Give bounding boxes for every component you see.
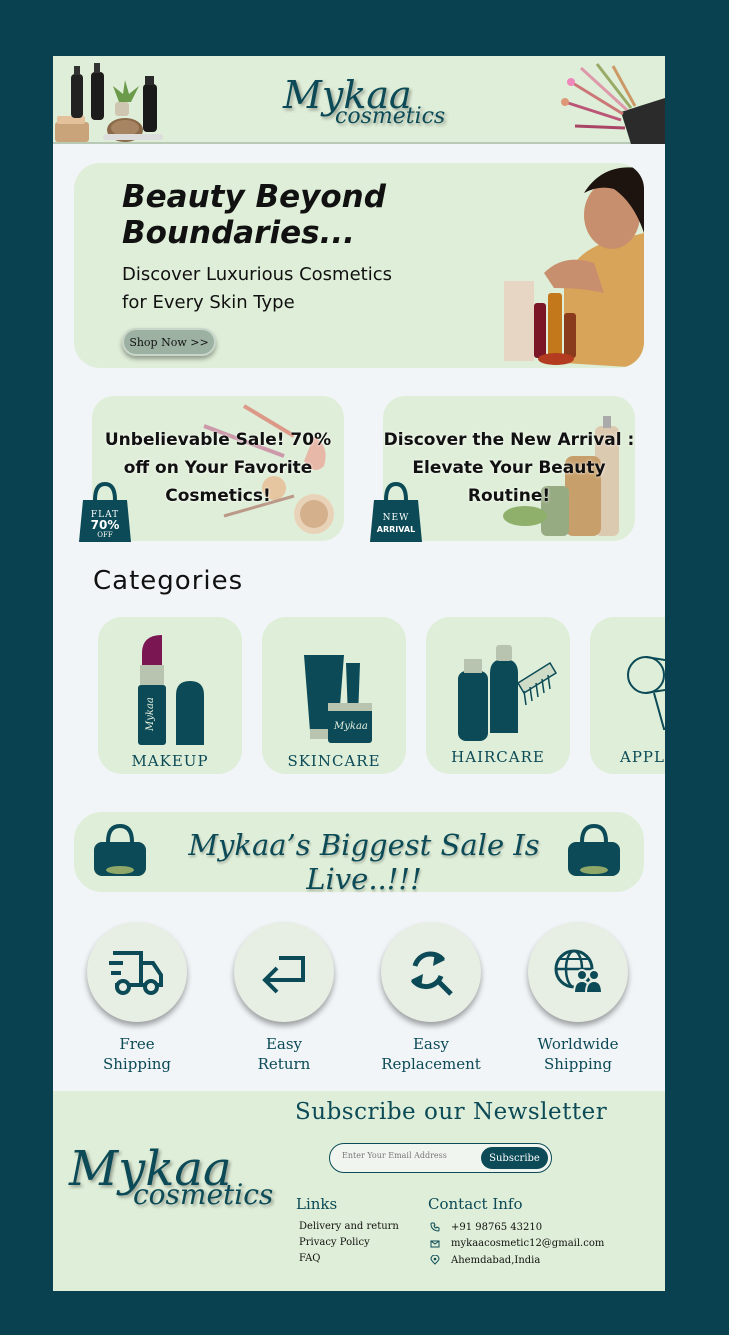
- replacement-icon: [410, 951, 453, 996]
- tag-line-3: OFF: [97, 531, 113, 539]
- category-label: SKINCARE: [287, 752, 381, 770]
- mail-icon: [430, 1240, 440, 1248]
- feature-caption: Easy Return: [219, 1034, 349, 1074]
- svg-text:Mykaa: Mykaa: [145, 697, 156, 732]
- feature-icon-circle: [234, 922, 334, 1022]
- feature-easy-replacement: Easy Replacement: [381, 922, 481, 1074]
- hero-banner: Beauty Beyond Boundaries... Discover Lux…: [74, 163, 644, 368]
- contact-email: mykaacosmetic12@gmail.com: [430, 1236, 604, 1253]
- feature-free-shipping: Free Shipping: [87, 922, 187, 1074]
- haircare-bottles-icon: [458, 645, 558, 741]
- page: Mykaa cosmetics Beauty Beyond Boundaries…: [53, 56, 665, 1291]
- footer-logo[interactable]: Mykaa cosmetics: [69, 1145, 273, 1209]
- lipstick-icon: Mykaa: [138, 635, 204, 745]
- contact-phone: +91 98765 43210: [430, 1219, 604, 1236]
- feature-line-2: Shipping: [103, 1055, 171, 1073]
- feature-line-1: Worldwide: [537, 1035, 619, 1053]
- shop-now-button[interactable]: Shop Now >>: [122, 328, 216, 356]
- feature-icon-circle: [528, 922, 628, 1022]
- tag-line-1: NEW: [382, 513, 410, 523]
- promo-new-arrival-card[interactable]: Discover the New Arrival : Elevate Your …: [370, 396, 635, 542]
- shopping-bag-icon: [94, 823, 146, 876]
- contact-info: +91 98765 43210 mykaacosmetic12@gmail.co…: [430, 1219, 604, 1269]
- category-label: HAIRCARE: [451, 748, 545, 766]
- email-input[interactable]: [342, 1151, 477, 1160]
- address-text: Ahemdabad,India: [451, 1254, 541, 1266]
- flat-70-off-tag: FLAT 70% OFF: [77, 480, 133, 544]
- shopping-bag-icon: [568, 823, 620, 876]
- feature-easy-return: Easy Return: [234, 922, 334, 1074]
- promo-sale-card[interactable]: Unbelievable Sale! 70% off on Your Favor…: [79, 396, 344, 542]
- feature-icon-circle: [87, 922, 187, 1022]
- feature-worldwide-shipping: Worldwide Shipping: [528, 922, 628, 1074]
- model-with-products-image: [504, 167, 644, 368]
- feature-caption: Easy Replacement: [366, 1034, 496, 1074]
- link-delivery-return[interactable]: Delivery and return: [299, 1219, 399, 1235]
- sale-banner[interactable]: Mykaa’s Biggest Sale Is Live..!!!: [74, 812, 644, 896]
- category-makeup[interactable]: Mykaa MAKEUP: [98, 617, 242, 774]
- link-privacy-policy[interactable]: Privacy Policy: [299, 1235, 399, 1251]
- sale-banner-text: Mykaa’s Biggest Sale Is Live..!!!: [188, 828, 540, 896]
- logo-text-sub: cosmetics: [335, 104, 446, 129]
- phone-icon: [430, 1222, 440, 1232]
- makeup-brushes-illustration: [561, 63, 665, 144]
- link-faq[interactable]: FAQ: [299, 1251, 399, 1267]
- svg-text:Mykaa: Mykaa: [333, 721, 368, 732]
- feature-line-2: Return: [257, 1055, 311, 1073]
- email-text[interactable]: mykaacosmetic12@gmail.com: [451, 1238, 604, 1249]
- feature-line-2: Shipping: [544, 1055, 612, 1073]
- location-pin-icon: [430, 1255, 440, 1265]
- category-label: APPL: [620, 748, 665, 766]
- tag-line-2: ARRIVAL: [376, 525, 416, 534]
- contact-heading: Contact Info: [428, 1195, 523, 1213]
- feature-icon-circle: [381, 922, 481, 1022]
- hero-subtitle: Discover Luxurious Cosmetics for Every S…: [122, 264, 392, 313]
- categories-heading: Categories: [93, 566, 244, 596]
- return-arrow-icon: [262, 956, 305, 994]
- contact-address: Ahemdabad,India: [430, 1252, 604, 1269]
- feature-line-1: Easy: [412, 1035, 450, 1053]
- logo-text-sub: cosmetics: [133, 1178, 274, 1211]
- hair-dryer-icon: [627, 656, 665, 731]
- truck-icon: [109, 951, 163, 995]
- skincare-tubes-icon: Mykaa: [304, 655, 372, 743]
- feature-line-1: Easy: [265, 1035, 303, 1053]
- category-skincare[interactable]: Mykaa SKINCARE: [262, 617, 406, 774]
- tag-line-2: 70%: [90, 518, 120, 532]
- feature-caption: Worldwide Shipping: [513, 1034, 643, 1074]
- header-logo[interactable]: Mykaa cosmetics: [283, 76, 445, 128]
- new-arrival-tag: NEW ARRIVAL: [368, 480, 424, 544]
- category-haircare[interactable]: HAIRCARE: [426, 617, 570, 774]
- site-header: Mykaa cosmetics: [53, 56, 665, 144]
- footer-links: Delivery and return Privacy Policy FAQ: [299, 1219, 399, 1267]
- newsletter-form: Subscribe: [329, 1143, 552, 1173]
- links-heading: Links: [296, 1195, 338, 1213]
- site-footer: Mykaa cosmetics Subscribe our Newsletter…: [53, 1091, 665, 1291]
- hero-title: Beauty Beyond Boundaries...: [122, 179, 386, 251]
- skincare-bottles-illustration: [55, 63, 163, 142]
- subscribe-button[interactable]: Subscribe: [481, 1147, 548, 1169]
- feature-line-1: Free: [119, 1035, 155, 1053]
- feature-line-2: Replacement: [381, 1055, 481, 1073]
- category-appliances[interactable]: APPL: [590, 617, 665, 774]
- phone-text: +91 98765 43210: [451, 1221, 543, 1233]
- globe-users-icon: [554, 949, 602, 994]
- feature-caption: Free Shipping: [72, 1034, 202, 1074]
- category-label: MAKEUP: [131, 752, 209, 770]
- newsletter-title: Subscribe our Newsletter: [295, 1099, 608, 1125]
